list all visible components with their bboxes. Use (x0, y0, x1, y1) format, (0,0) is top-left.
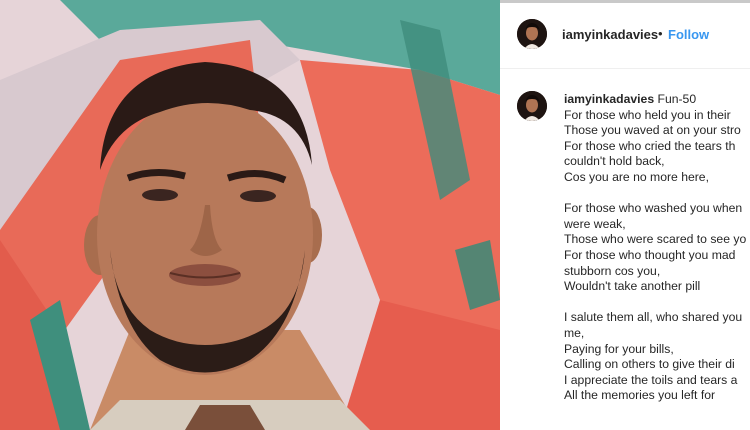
caption-line: Those who were scared to see yo (564, 232, 747, 247)
caption-line: All the memories you left for (564, 388, 716, 403)
post-caption: iamyinkadavies Fun-50 For those who held… (564, 92, 750, 404)
caption-line: stubborn cos you, (564, 263, 661, 278)
caption-line: For those who washed you when (564, 201, 743, 216)
selfie-image (0, 0, 500, 430)
caption-line: me, (564, 325, 585, 340)
post-header: iamyinkadavies • Follow (500, 3, 750, 69)
separator-dot: • (658, 26, 663, 41)
caption-avatar-icon[interactable] (517, 91, 547, 121)
follow-button[interactable]: Follow (668, 27, 709, 42)
caption-line: couldn't hold back, (564, 154, 665, 169)
caption-line: Those you waved at on your stro (564, 123, 741, 138)
caption-line: For those who held you in their (564, 107, 731, 122)
caption-line: Calling on others to give their di (564, 357, 735, 372)
caption-line: I appreciate the toils and tears a (564, 372, 738, 387)
caption-username[interactable]: iamyinkadavies (564, 92, 654, 106)
caption-line: I salute them all, who shared you (564, 310, 743, 325)
caption-lines: For those who held you in their Those yo… (564, 108, 746, 403)
caption-line: For those who cried the tears th (564, 138, 736, 153)
caption-line: Wouldn't take another pill (564, 279, 701, 294)
caption-first-text: Fun-50 (657, 92, 697, 106)
caption-line: Paying for your bills, (564, 341, 674, 356)
profile-avatar-icon[interactable] (517, 19, 547, 49)
post-photo[interactable] (0, 0, 500, 430)
caption-line: were weak, (564, 216, 626, 231)
post-side-panel: iamyinkadavies • Follow iamyinkadavies F… (500, 0, 750, 430)
caption-line: For those who thought you mad (564, 247, 736, 262)
post-author-username[interactable]: iamyinkadavies (562, 27, 658, 42)
caption-line: Cos you are no more here, (564, 169, 709, 184)
